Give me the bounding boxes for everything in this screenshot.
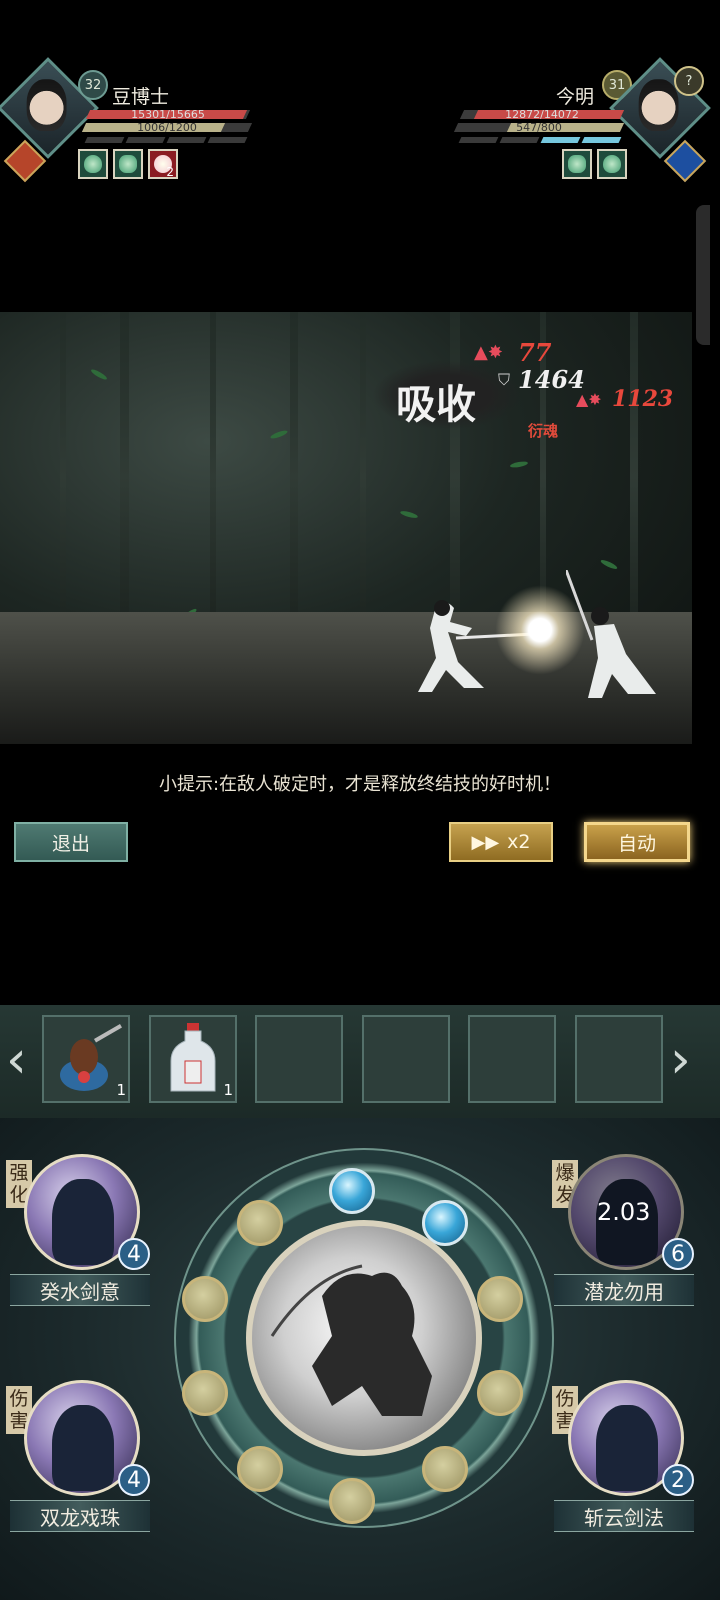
player-hp-text: 15301/15665 xyxy=(131,108,205,121)
speed-button-label: x2 xyxy=(507,831,531,853)
side-drawer-handle[interactable] xyxy=(696,205,710,345)
shield-icon: ⛉ xyxy=(498,370,511,389)
speed-button[interactable]: ▶▶ x2 xyxy=(449,822,553,862)
player-level-badge: 32 xyxy=(78,70,108,100)
player-qi-text: 1006/1200 xyxy=(137,121,197,134)
auto-button[interactable]: 自动 xyxy=(584,822,690,862)
enemy-fighter xyxy=(566,570,656,698)
item-slot-1[interactable]: 1 xyxy=(42,1015,130,1103)
damage-number-3: 1123 xyxy=(612,386,674,412)
item-slot-2[interactable]: 1 xyxy=(149,1015,237,1103)
energy-orb-1 xyxy=(329,1168,375,1214)
enemy-hp-text: 12872/14072 xyxy=(505,108,579,121)
item-slot-4[interactable] xyxy=(362,1015,450,1103)
skill-4-count: 2 xyxy=(662,1464,694,1496)
skill-3-name: 双龙戏珠 xyxy=(10,1500,150,1532)
energy-orb-8 xyxy=(182,1370,228,1416)
skill-1-name: 癸水剑意 xyxy=(10,1274,150,1306)
player-buff-flower-icon[interactable]: 2 xyxy=(148,149,178,179)
enemy-hp-bar: 12872/14072 xyxy=(459,108,625,121)
energy-orb-7 xyxy=(237,1446,283,1492)
enemy-buff-leaf-icon[interactable] xyxy=(597,149,627,179)
item-count-1: 1 xyxy=(116,1081,126,1099)
item-count-2: 1 xyxy=(223,1081,233,1099)
energy-orb-3 xyxy=(477,1276,523,1322)
player-qi-bar: 1006/1200 xyxy=(81,121,253,134)
damage-number-2: 1464 xyxy=(518,365,585,394)
player-hp-bar: 15301/15665 xyxy=(85,108,251,121)
enemy-buff-jade-icon[interactable] xyxy=(562,149,592,179)
enemy-name: 今明 xyxy=(556,86,595,108)
medicine-bottle-icon xyxy=(170,1023,216,1092)
ultimate-skill-button[interactable] xyxy=(246,1220,482,1456)
enemy-energy-segments xyxy=(458,137,622,143)
skill-1-count: 4 xyxy=(118,1238,150,1270)
absorb-effect-text: 吸收 xyxy=(396,381,476,428)
energy-orb-6 xyxy=(329,1478,375,1524)
absorb-effect-subtext: 衍魂 xyxy=(528,422,559,440)
auto-button-label: 自动 xyxy=(617,832,656,855)
item-slot-5[interactable] xyxy=(468,1015,556,1103)
prev-items-arrow-icon[interactable]: ‹ xyxy=(6,1030,27,1090)
incense-burner-icon xyxy=(60,1024,122,1091)
exit-button[interactable]: 退出 xyxy=(14,822,128,862)
skill-2-count: 6 xyxy=(662,1238,694,1270)
fast-forward-icon: ▶▶ xyxy=(471,831,500,853)
next-items-arrow-icon[interactable]: › xyxy=(670,1030,691,1090)
skill-3-count: 4 xyxy=(118,1464,150,1496)
attack-up-icon-2: ▲✸ xyxy=(576,390,602,409)
player-energy-segments xyxy=(84,137,248,143)
enemy-qi-bar: 547/800 xyxy=(453,121,625,134)
enemy-element-badge xyxy=(663,139,707,183)
exit-button-label: 退出 xyxy=(51,832,90,855)
player-buff-jade-icon[interactable] xyxy=(113,149,143,179)
energy-orb-9 xyxy=(182,1276,228,1322)
battle-hint: 小提示:在敌人破定时，才是释放终结技的好时机！ xyxy=(158,774,562,795)
damage-number-1: 77 xyxy=(518,338,552,367)
player-name: 豆博士 xyxy=(112,86,170,108)
player-element-badge xyxy=(3,139,47,183)
attack-up-icon: ▲✸ xyxy=(474,342,503,363)
help-button[interactable]: ? xyxy=(674,66,704,96)
skill-2-cooldown: 2.03 xyxy=(597,1198,651,1226)
item-slot-6[interactable] xyxy=(575,1015,663,1103)
energy-orb-4 xyxy=(477,1370,523,1416)
player-buff-leaf-icon[interactable] xyxy=(78,149,108,179)
skill-2-name: 潜龙勿用 xyxy=(554,1274,694,1306)
enemy-qi-text: 547/800 xyxy=(516,121,562,134)
energy-orb-5 xyxy=(422,1446,468,1492)
skill-4-name: 斩云剑法 xyxy=(554,1500,694,1532)
ultimate-fighter-silhouette-icon xyxy=(270,1264,432,1416)
item-slot-3[interactable] xyxy=(255,1015,343,1103)
